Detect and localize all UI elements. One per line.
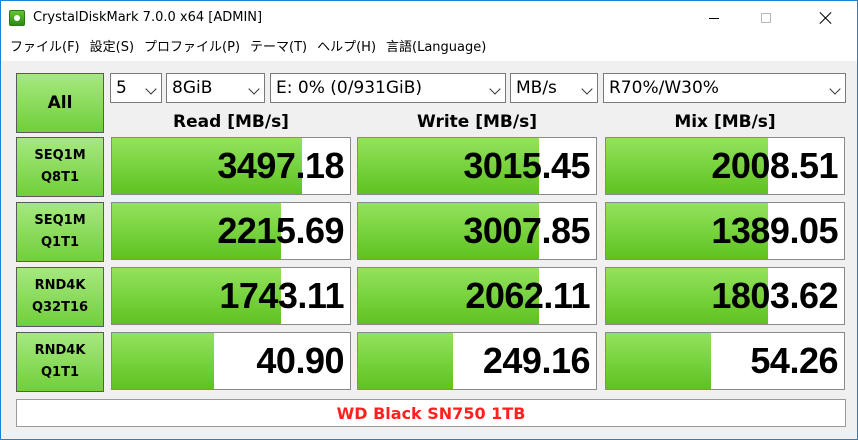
write-header: Write [MB/s]	[417, 112, 537, 132]
result-cell-write: 3015.45	[357, 137, 597, 195]
write-value: 3007.85	[463, 210, 590, 251]
read-value: 40.90	[256, 340, 344, 381]
menu-profile[interactable]: プロファイル(P)	[139, 35, 245, 61]
app-icon	[9, 10, 25, 26]
unit-select[interactable]: MB/s	[510, 73, 598, 103]
test-rnd4k-q32t16-button[interactable]: RND4K Q32T16	[16, 267, 104, 327]
unit-value: MB/s	[516, 78, 557, 98]
write-value: 249.16	[482, 340, 591, 381]
result-cell-mix: 54.26	[605, 332, 845, 390]
write-value: 2062.11	[465, 275, 590, 316]
test-seq1m-q1t1-button[interactable]: SEQ1M Q1T1	[16, 202, 104, 262]
mix-value: 1803.62	[711, 275, 838, 316]
test-params: Q8T1	[40, 170, 79, 185]
menu-theme[interactable]: テーマ(T)	[245, 35, 312, 61]
result-cell-mix: 2008.51	[605, 137, 845, 195]
title-bar: CrystalDiskMark 7.0.0 x64 [ADMIN]	[1, 1, 857, 35]
result-cell-read: 1743.11	[111, 267, 351, 325]
read-value: 2215.69	[217, 210, 344, 251]
chevron-down-icon	[489, 83, 501, 95]
test-name: SEQ1M	[34, 148, 86, 163]
test-name: RND4K	[34, 278, 86, 293]
menu-file[interactable]: ファイル(F)	[5, 35, 85, 61]
minimize-button[interactable]	[691, 1, 737, 35]
comment-text: WD Black SN750 1TB	[336, 403, 526, 423]
read-value: 3497.18	[217, 145, 344, 186]
drive-select[interactable]: E: 0% (0/931GiB)	[270, 73, 506, 103]
score-bar	[358, 333, 454, 389]
maximize-button[interactable]	[743, 1, 789, 35]
minimize-icon	[709, 17, 719, 19]
result-cell-mix: 1389.05	[605, 202, 845, 260]
result-cell-read: 40.90	[111, 332, 351, 390]
mix-value: 2008.51	[711, 145, 838, 186]
test-params: Q1T1	[40, 235, 79, 250]
write-value: 3015.45	[463, 145, 590, 186]
chevron-down-icon	[829, 83, 841, 95]
read-header: Read [MB/s]	[173, 112, 289, 132]
test-params: Q32T16	[31, 300, 89, 315]
score-bar	[112, 333, 215, 389]
test-size-select[interactable]: 8GiB	[166, 73, 265, 103]
score-bar	[606, 333, 711, 389]
result-cell-read: 3497.18	[111, 137, 351, 195]
result-cell-read: 2215.69	[111, 202, 351, 260]
comment-field[interactable]: WD Black SN750 1TB	[16, 399, 846, 427]
mix-ratio-select[interactable]: R70%/W30%	[603, 73, 846, 103]
result-cell-write: 2062.11	[357, 267, 597, 325]
all-button[interactable]: All	[16, 73, 104, 133]
test-size-value: 8GiB	[172, 78, 213, 98]
test-count-value: 5	[116, 78, 127, 98]
close-button[interactable]	[803, 1, 849, 35]
test-params: Q1T1	[40, 365, 79, 380]
drive-value: E: 0% (0/931GiB)	[276, 78, 423, 98]
maximize-icon	[761, 13, 771, 23]
test-name: RND4K	[34, 343, 86, 358]
menu-language[interactable]: 言語(Language)	[381, 35, 491, 61]
read-value: 1743.11	[219, 275, 344, 316]
mix-value: 1389.05	[711, 210, 838, 251]
test-seq1m-q8t1-button[interactable]: SEQ1M Q8T1	[16, 137, 104, 197]
mix-header: Mix [MB/s]	[674, 112, 776, 132]
result-cell-write: 3007.85	[357, 202, 597, 260]
mix-ratio-value: R70%/W30%	[609, 78, 719, 98]
app-window: CrystalDiskMark 7.0.0 x64 [ADMIN] ファイル(F…	[0, 0, 858, 440]
mix-value: 54.26	[750, 340, 838, 381]
chevron-down-icon	[145, 83, 157, 95]
test-rnd4k-q1t1-button[interactable]: RND4K Q1T1	[16, 332, 104, 392]
test-name: SEQ1M	[34, 213, 86, 228]
chevron-down-icon	[581, 83, 593, 95]
close-icon	[820, 12, 832, 24]
result-cell-mix: 1803.62	[605, 267, 845, 325]
test-count-select[interactable]: 5	[110, 73, 162, 103]
result-cell-write: 249.16	[357, 332, 597, 390]
menu-settings[interactable]: 設定(S)	[85, 35, 139, 61]
menu-help[interactable]: ヘルプ(H)	[312, 35, 381, 61]
chevron-down-icon	[248, 83, 260, 95]
window-title: CrystalDiskMark 7.0.0 x64 [ADMIN]	[33, 10, 263, 25]
menu-bar: ファイル(F) 設定(S) プロファイル(P) テーマ(T) ヘルプ(H) 言語…	[1, 35, 857, 61]
